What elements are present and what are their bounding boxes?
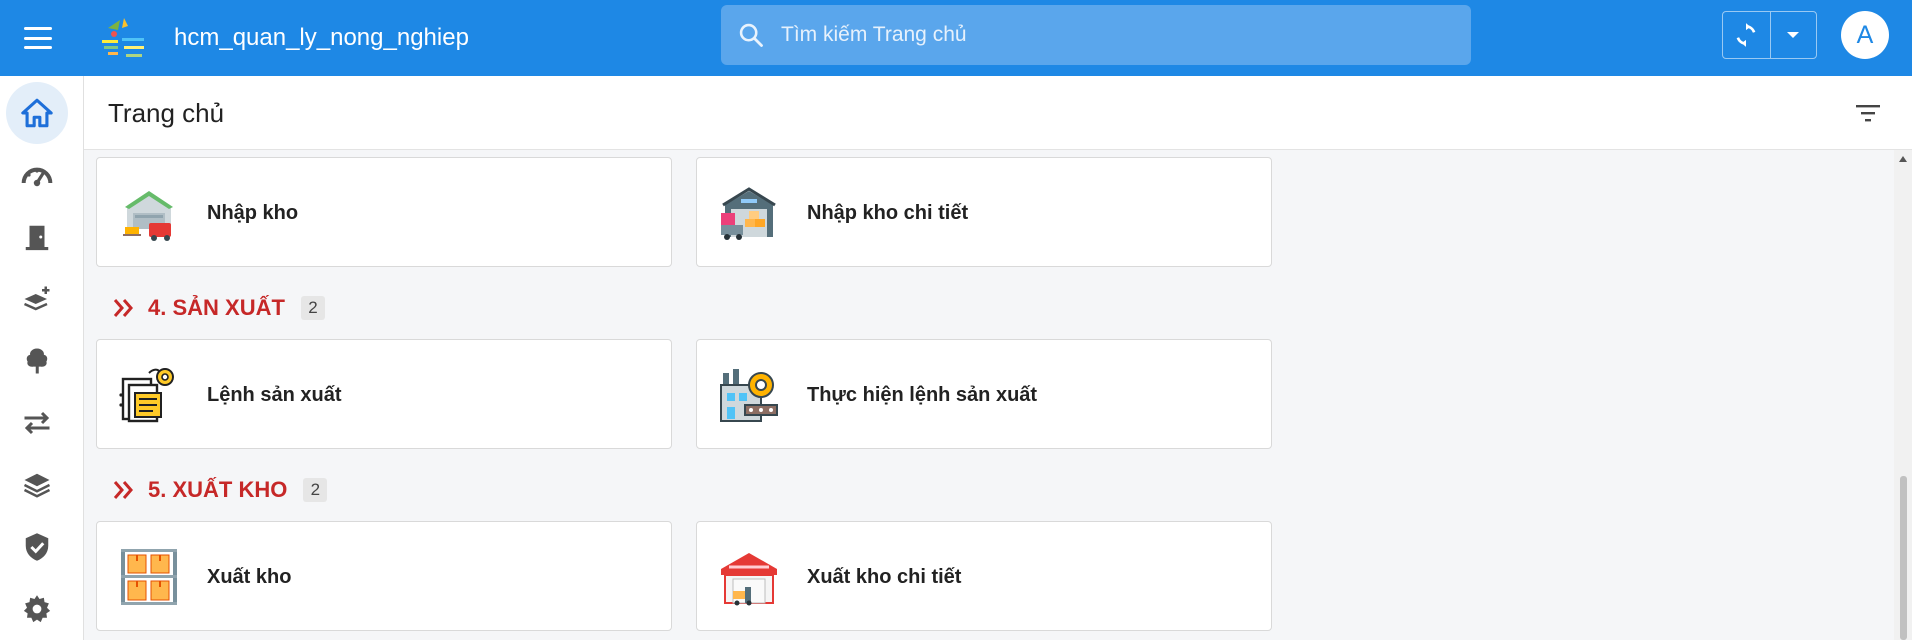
page-header: Trang chủ	[84, 76, 1912, 150]
section-count-badge: 2	[300, 296, 325, 320]
sidebar-item-transfer[interactable]	[6, 392, 68, 454]
dashboard-icon	[21, 167, 53, 187]
sidebar-item-home[interactable]	[6, 82, 68, 144]
main-content: Nhập kho Nhập kho chi tiết 4. SẢN XUẤT 2	[84, 150, 1894, 640]
filter-icon[interactable]	[1854, 101, 1882, 125]
page-title: Trang chủ	[108, 98, 225, 128]
sidebar-item-security[interactable]	[6, 516, 68, 578]
card-nhap-kho[interactable]: Nhập kho	[96, 157, 672, 267]
double-chevron-right-icon	[113, 299, 133, 317]
home-icon	[21, 98, 53, 128]
card-lenh-san-xuat[interactable]: Lệnh sản xuất	[96, 339, 672, 449]
app-title: hcm_quan_ly_nong_nghiep	[174, 24, 469, 51]
card-xuat-kho[interactable]: Xuất kho	[96, 521, 672, 631]
card-label: Xuất kho chi tiết	[807, 566, 962, 588]
production-order-icon	[119, 368, 174, 423]
app-logo	[98, 14, 150, 62]
scrollbar-thumb[interactable]	[1900, 476, 1907, 640]
search-input[interactable]	[781, 5, 1471, 65]
user-avatar[interactable]: A	[1841, 11, 1889, 59]
layers-icon	[23, 473, 51, 498]
sidebar-item-layers[interactable]	[6, 454, 68, 516]
card-label: Nhập kho	[207, 202, 299, 224]
section-title: 4. SẢN XUẤT	[148, 295, 285, 320]
sidebar-item-exit[interactable]	[6, 206, 68, 268]
more-options-dropdown[interactable]	[1769, 12, 1817, 58]
warehouse-red-icon	[721, 553, 777, 606]
section-header-san-xuat: 4. SẢN XUẤT 2	[112, 294, 325, 322]
sidebar-item-dashboard[interactable]	[6, 144, 68, 206]
sidebar-item-layers-plus[interactable]	[6, 268, 68, 330]
scroll-up-arrow-icon[interactable]	[1899, 156, 1907, 162]
sidebar-item-settings[interactable]	[6, 578, 68, 640]
section-header-xuat-kho: 5. XUẤT KHO 2	[112, 476, 328, 504]
transfer-arrows-icon	[24, 411, 50, 435]
sidebar-item-tree[interactable]	[6, 330, 68, 392]
sidebar	[0, 76, 84, 640]
layers-plus-icon	[23, 286, 50, 311]
factory-gear-icon	[720, 369, 778, 422]
card-label: Thực hiện lệnh sản xuất	[807, 384, 1038, 406]
warehouse-green-icon	[123, 191, 173, 241]
menu-icon[interactable]	[22, 23, 54, 53]
top-app-bar: hcm_quan_ly_nong_nghiep A	[0, 0, 1912, 76]
search-box[interactable]	[721, 5, 1471, 65]
card-nhap-kho-chi-tiet[interactable]: Nhập kho chi tiết	[696, 157, 1272, 267]
refresh-icon	[1736, 23, 1756, 47]
tree-icon	[26, 348, 48, 374]
gear-icon	[23, 595, 51, 623]
sync-button-group	[1722, 11, 1817, 59]
section-count-badge: 2	[303, 478, 328, 502]
double-chevron-right-icon	[113, 481, 133, 499]
refresh-button[interactable]	[1723, 12, 1770, 58]
card-label: Nhập kho chi tiết	[807, 202, 969, 224]
exit-door-icon	[25, 225, 49, 251]
card-thuc-hien-lenh-san-xuat[interactable]: Thực hiện lệnh sản xuất	[696, 339, 1272, 449]
card-label: Lệnh sản xuất	[207, 384, 342, 406]
shield-check-icon	[25, 533, 49, 561]
shelf-boxes-icon	[121, 549, 177, 605]
card-label: Xuất kho	[207, 566, 292, 588]
caret-down-icon	[1787, 32, 1800, 38]
card-xuat-kho-chi-tiet[interactable]: Xuất kho chi tiết	[696, 521, 1272, 631]
search-icon	[721, 5, 781, 65]
warehouse-truck-icon	[721, 187, 776, 240]
vertical-scrollbar[interactable]	[1894, 150, 1912, 640]
section-title: 5. XUẤT KHO	[148, 477, 288, 502]
